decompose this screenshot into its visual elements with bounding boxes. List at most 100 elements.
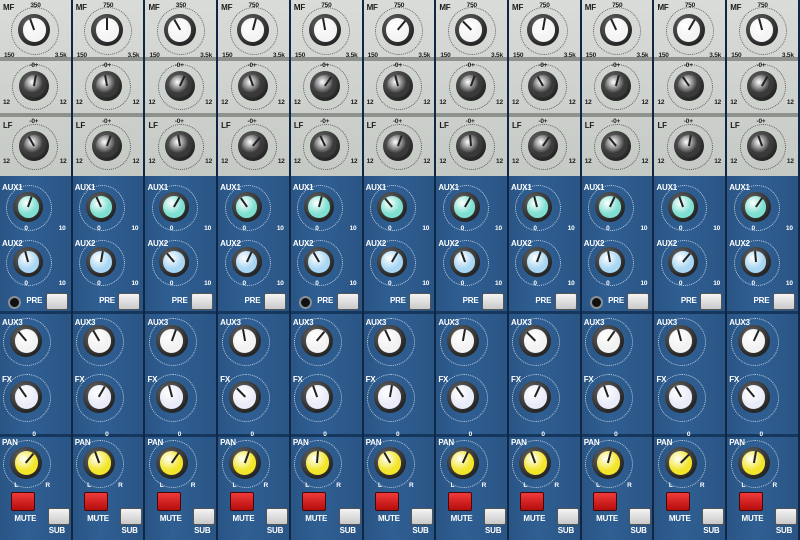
pre-button[interactable] [700, 293, 723, 310]
pan-knob[interactable] [83, 447, 116, 479]
mute-button[interactable] [374, 492, 399, 511]
pre-button[interactable] [118, 293, 141, 310]
sub-button[interactable] [265, 508, 288, 525]
sub-button[interactable] [702, 508, 725, 525]
sub-button[interactable] [338, 508, 361, 525]
pan-knob[interactable] [228, 447, 261, 479]
lf-gain-knob[interactable] [164, 131, 195, 161]
sub-button[interactable] [556, 508, 579, 525]
sub-button[interactable] [120, 508, 143, 525]
aux1-knob[interactable] [231, 192, 262, 222]
pan-knob[interactable] [446, 447, 479, 479]
mute-button[interactable] [84, 492, 109, 511]
mf-freq-knob[interactable] [309, 14, 342, 46]
fx-knob[interactable] [664, 381, 697, 413]
pre-button[interactable] [191, 293, 214, 310]
lf-gain-knob[interactable] [92, 131, 123, 161]
sub-button[interactable] [411, 508, 434, 525]
mute-button[interactable] [302, 492, 327, 511]
mute-button[interactable] [156, 492, 181, 511]
pan-knob[interactable] [664, 447, 697, 479]
aux2-knob[interactable] [376, 247, 407, 277]
lf-gain-knob[interactable] [746, 131, 777, 161]
mf-gain-knob[interactable] [673, 71, 704, 101]
sub-button[interactable] [47, 508, 70, 525]
pre-button[interactable] [554, 293, 577, 310]
sub-button[interactable] [774, 508, 797, 525]
mute-button[interactable] [447, 492, 472, 511]
mf-gain-knob[interactable] [455, 71, 486, 101]
mf-gain-knob[interactable] [382, 71, 413, 101]
fx-knob[interactable] [301, 381, 334, 413]
mute-button[interactable] [665, 492, 690, 511]
lf-gain-knob[interactable] [673, 131, 704, 161]
mute-button[interactable] [520, 492, 545, 511]
fx-knob[interactable] [83, 381, 116, 413]
mf-freq-knob[interactable] [236, 14, 269, 46]
pan-knob[interactable] [301, 447, 334, 479]
aux2-knob[interactable] [667, 247, 698, 277]
mf-gain-knob[interactable] [746, 71, 777, 101]
aux1-knob[interactable] [595, 192, 626, 222]
sub-button[interactable] [484, 508, 507, 525]
mf-freq-knob[interactable] [163, 14, 196, 46]
aux3-knob[interactable] [155, 325, 188, 357]
mf-gain-knob[interactable] [92, 71, 123, 101]
mf-freq-knob[interactable] [745, 14, 778, 46]
aux1-knob[interactable] [86, 192, 117, 222]
pre-button[interactable] [627, 293, 650, 310]
aux3-knob[interactable] [446, 325, 479, 357]
aux1-knob[interactable] [158, 192, 189, 222]
mute-button[interactable] [229, 492, 254, 511]
mf-freq-knob[interactable] [381, 14, 414, 46]
aux1-knob[interactable] [667, 192, 698, 222]
fx-knob[interactable] [155, 381, 188, 413]
pre-button[interactable] [482, 293, 505, 310]
mute-button[interactable] [738, 492, 763, 511]
mf-freq-knob[interactable] [672, 14, 705, 46]
pre-button[interactable] [45, 293, 68, 310]
lf-gain-knob[interactable] [237, 131, 268, 161]
sub-button[interactable] [629, 508, 652, 525]
pre-button[interactable] [263, 293, 286, 310]
pan-knob[interactable] [373, 447, 406, 479]
aux1-knob[interactable] [376, 192, 407, 222]
aux3-knob[interactable] [301, 325, 334, 357]
pre-button[interactable] [409, 293, 432, 310]
mf-gain-knob[interactable] [164, 71, 195, 101]
aux2-knob[interactable] [86, 247, 117, 277]
aux1-knob[interactable] [740, 192, 771, 222]
fx-knob[interactable] [228, 381, 261, 413]
pan-knob[interactable] [155, 447, 188, 479]
sub-button[interactable] [193, 508, 216, 525]
aux3-knob[interactable] [737, 325, 770, 357]
aux3-knob[interactable] [373, 325, 406, 357]
mf-freq-knob[interactable] [600, 14, 633, 46]
mf-gain-knob[interactable] [237, 71, 268, 101]
fx-knob[interactable] [737, 381, 770, 413]
fx-knob[interactable] [592, 381, 625, 413]
aux3-knob[interactable] [664, 325, 697, 357]
aux3-knob[interactable] [228, 325, 261, 357]
pan-knob[interactable] [737, 447, 770, 479]
aux3-knob[interactable] [83, 325, 116, 357]
lf-gain-knob[interactable] [455, 131, 486, 161]
mute-button[interactable] [593, 492, 618, 511]
fx-knob[interactable] [373, 381, 406, 413]
lf-gain-knob[interactable] [601, 131, 632, 161]
mf-freq-knob[interactable] [454, 14, 487, 46]
aux1-knob[interactable] [449, 192, 480, 222]
lf-gain-knob[interactable] [382, 131, 413, 161]
pre-button[interactable] [336, 293, 359, 310]
pan-knob[interactable] [592, 447, 625, 479]
mf-gain-knob[interactable] [601, 71, 632, 101]
aux2-knob[interactable] [449, 247, 480, 277]
aux2-knob[interactable] [740, 247, 771, 277]
aux3-knob[interactable] [592, 325, 625, 357]
aux2-knob[interactable] [595, 247, 626, 277]
fx-knob[interactable] [446, 381, 479, 413]
pre-button[interactable] [772, 293, 795, 310]
mf-freq-knob[interactable] [91, 14, 124, 46]
mute-button[interactable] [11, 492, 36, 511]
aux2-knob[interactable] [158, 247, 189, 277]
